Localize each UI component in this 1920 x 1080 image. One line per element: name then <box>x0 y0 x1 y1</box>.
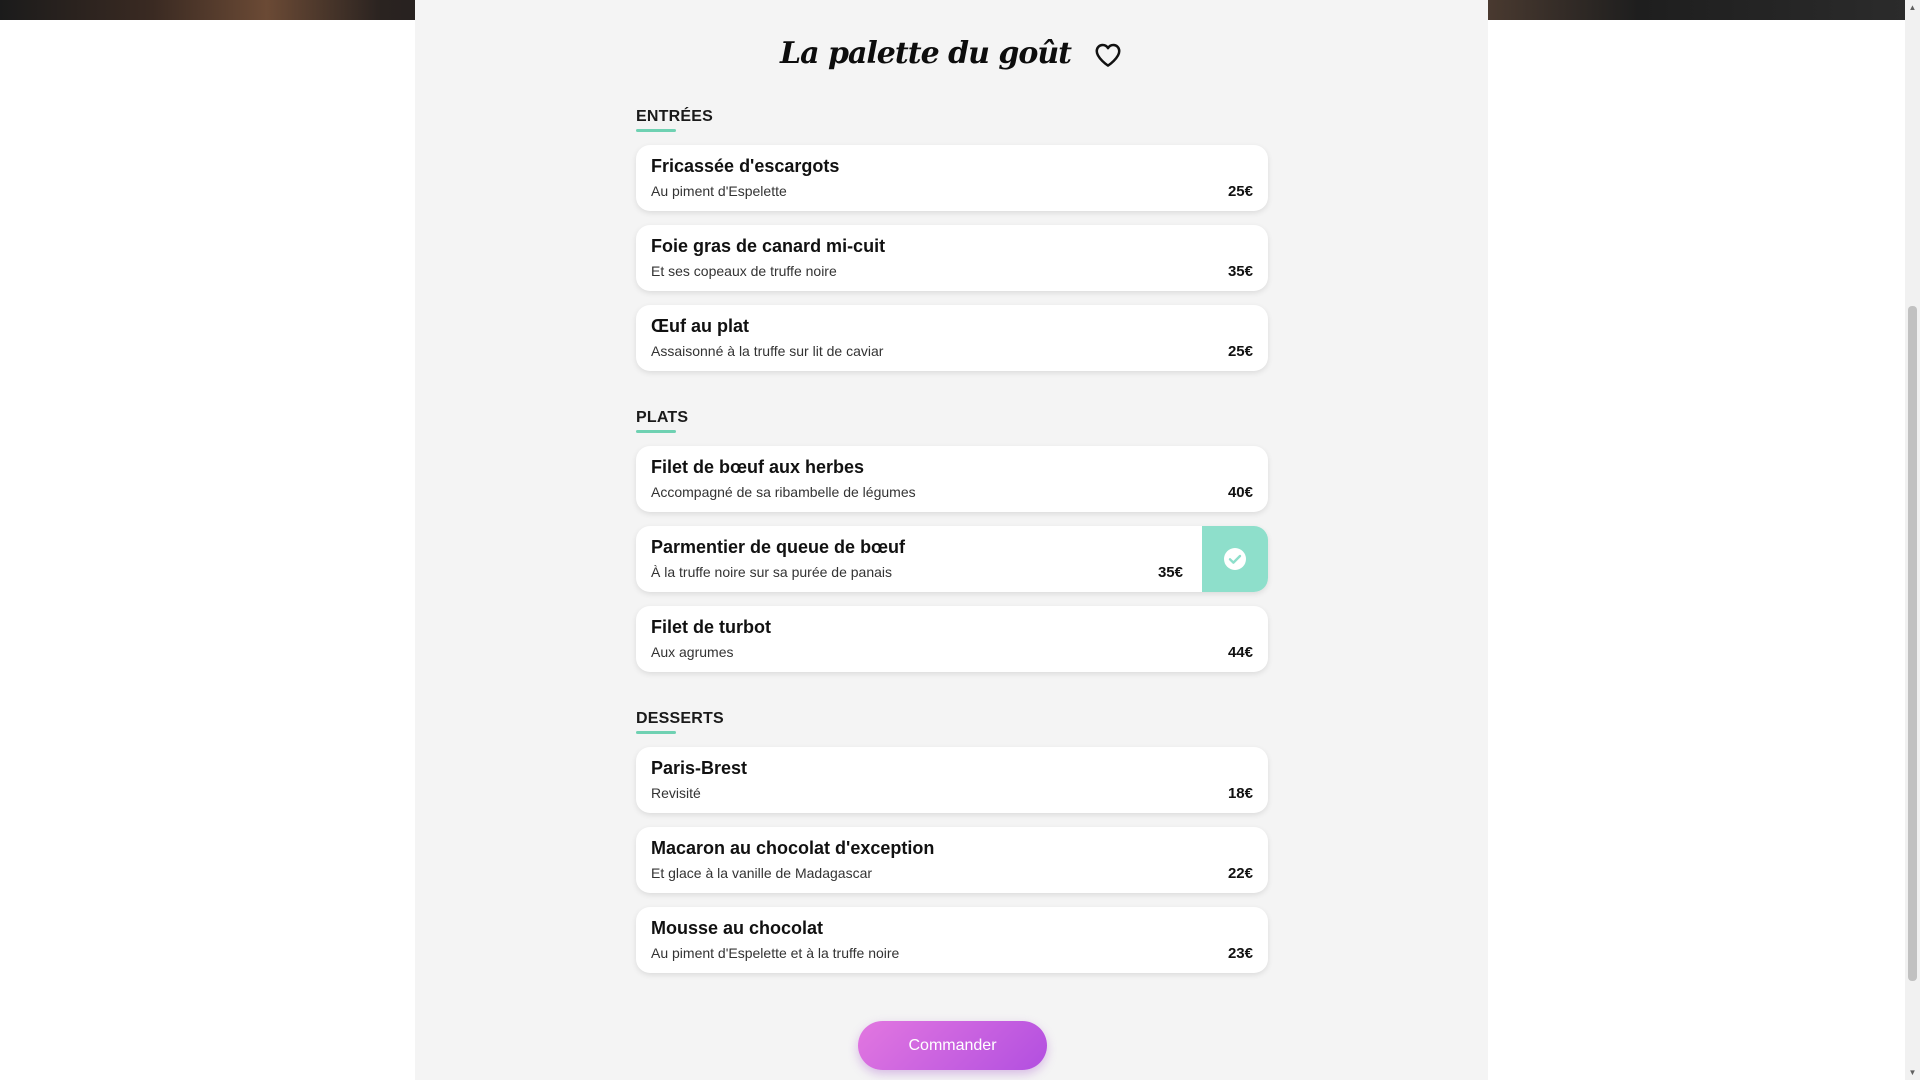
item-description: Au piment d'Espelette <box>651 183 787 199</box>
section-plats: PLATS Filet de bœuf aux herbes Accompagn… <box>636 409 1268 672</box>
scrollbar-thumb[interactable] <box>1908 306 1917 981</box>
page-title: La palette du goût <box>779 35 1072 71</box>
item-price: 22€ <box>1227 865 1253 882</box>
menu-item-oeuf-au-plat[interactable]: Œuf au plat Assaisonné à la truffe sur l… <box>636 305 1268 371</box>
item-price: 23€ <box>1227 945 1253 962</box>
section-title: PLATS <box>636 409 688 433</box>
triangle-down-icon[interactable]: ▼ <box>1905 1065 1920 1080</box>
item-price: 44€ <box>1227 644 1253 661</box>
order-button[interactable]: Commander <box>858 1021 1047 1070</box>
menu-item-foie-gras[interactable]: Foie gras de canard mi-cuit Et ses copea… <box>636 225 1268 291</box>
check-circle-icon <box>1224 548 1246 570</box>
section-title: DESSERTS <box>636 710 724 734</box>
item-description: Et glace à la vanille de Madagascar <box>651 865 873 881</box>
heart-icon <box>1095 43 1121 67</box>
item-description: À la truffe noire sur sa purée de panais <box>651 564 893 580</box>
menu-item-mousse-chocolat[interactable]: Mousse au chocolat Au piment d'Espelette… <box>636 907 1268 973</box>
menu-item-macaron[interactable]: Macaron au chocolat d'exception Et glace… <box>636 827 1268 893</box>
menu-item-filet-turbot[interactable]: Filet de turbot Aux agrumes 44€ <box>636 606 1268 672</box>
selected-indicator[interactable] <box>1202 526 1268 592</box>
item-name: Macaron au chocolat d'exception <box>651 838 935 858</box>
item-description: Revisité <box>651 785 701 801</box>
menu-item-fricassee[interactable]: Fricassée d'escargots Au piment d'Espele… <box>636 145 1268 211</box>
menu-item-parmentier[interactable]: Parmentier de queue de bœuf À la truffe … <box>636 526 1268 592</box>
item-name: Œuf au plat <box>651 316 749 336</box>
item-price: 35€ <box>1157 564 1183 581</box>
menu-card: La palette du goût ENTRÉES Fricassée d'e… <box>415 0 1488 1080</box>
item-name: Filet de bœuf aux herbes <box>651 457 865 477</box>
item-name: Foie gras de canard mi-cuit <box>651 236 886 256</box>
item-name: Mousse au chocolat <box>651 918 824 938</box>
item-description: Assaisonné à la truffe sur lit de caviar <box>651 343 884 359</box>
item-description: Accompagné de sa ribambelle de légumes <box>651 484 916 500</box>
item-price: 35€ <box>1227 263 1253 280</box>
menu-item-filet-boeuf[interactable]: Filet de bœuf aux herbes Accompagné de s… <box>636 446 1268 512</box>
header: La palette du goût <box>415 28 1488 78</box>
favorite-button[interactable] <box>1089 36 1123 70</box>
menu-item-paris-brest[interactable]: Paris-Brest Revisité 18€ <box>636 747 1268 813</box>
item-description: Aux agrumes <box>651 644 734 660</box>
item-description: Au piment d'Espelette et à la truffe noi… <box>651 945 900 961</box>
item-name: Paris-Brest <box>651 758 748 778</box>
section-title: ENTRÉES <box>636 108 713 132</box>
item-price: 18€ <box>1227 785 1253 802</box>
menu-list: ENTRÉES Fricassée d'escargots Au piment … <box>636 108 1268 1011</box>
section-entrees: ENTRÉES Fricassée d'escargots Au piment … <box>636 108 1268 371</box>
item-price: 40€ <box>1227 484 1253 501</box>
item-name: Fricassée d'escargots <box>651 156 840 176</box>
item-name: Parmentier de queue de bœuf <box>651 537 906 557</box>
scrollbar[interactable]: ▲ ▼ <box>1905 0 1920 1080</box>
section-desserts: DESSERTS Paris-Brest Revisité 18€ Macaro… <box>636 710 1268 973</box>
item-price: 25€ <box>1227 183 1253 200</box>
item-price: 25€ <box>1227 343 1253 360</box>
triangle-up-icon[interactable]: ▲ <box>1905 0 1920 15</box>
item-description: Et ses copeaux de truffe noire <box>651 263 837 279</box>
item-name: Filet de turbot <box>651 617 771 637</box>
